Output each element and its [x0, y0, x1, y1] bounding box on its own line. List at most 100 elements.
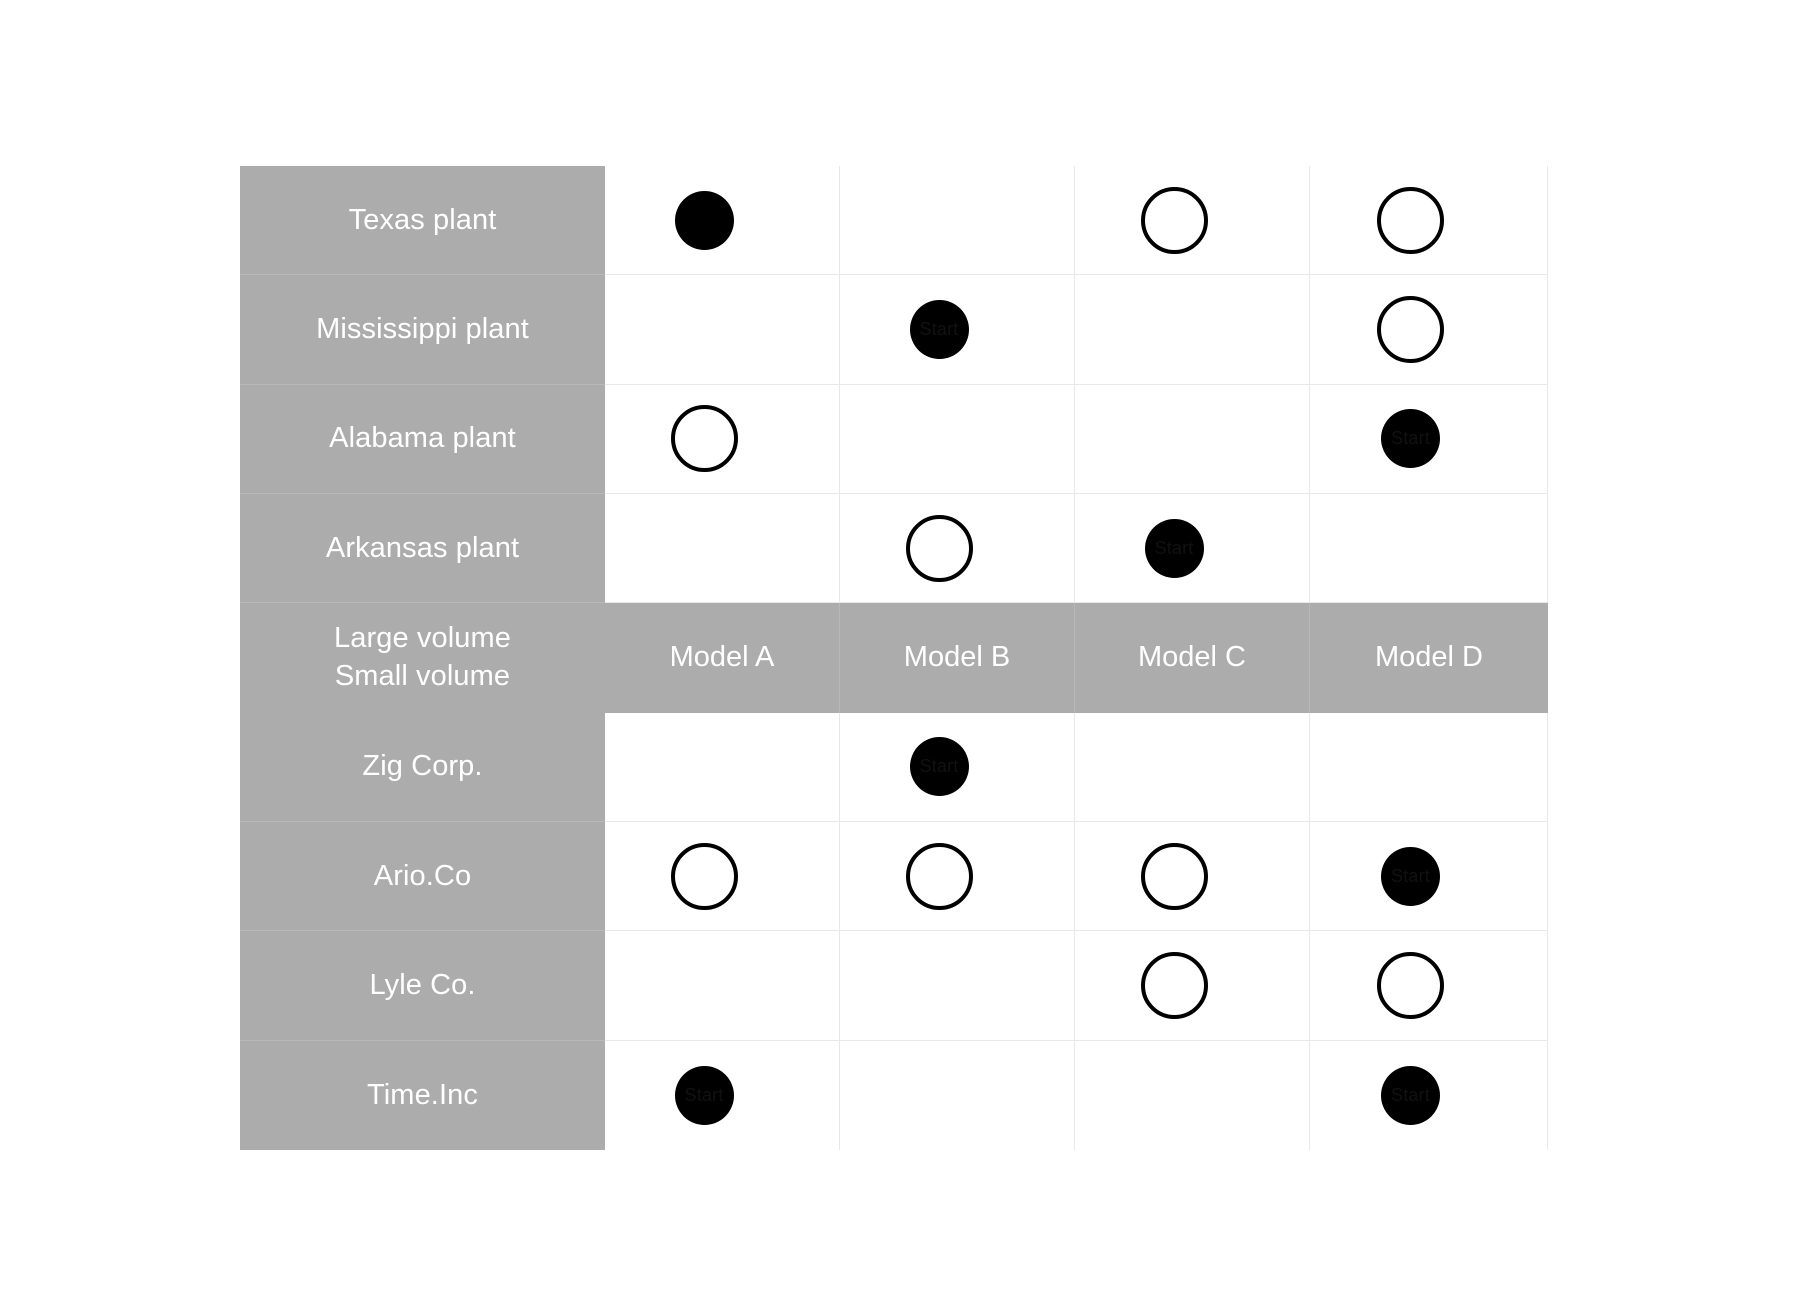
marker-start-label: Start [1390, 865, 1430, 886]
matrix-cell[interactable] [1075, 712, 1310, 822]
matrix-cell[interactable]: Start [1310, 821, 1548, 932]
matrix-cell[interactable] [840, 493, 1075, 604]
matrix-cell[interactable] [1310, 493, 1548, 604]
matrix-cell[interactable] [1075, 1040, 1310, 1150]
filled-circle-icon[interactable]: Start [1381, 409, 1440, 469]
marker-slot [1310, 494, 1547, 602]
filled-circle-icon[interactable]: Start [1381, 846, 1440, 906]
matrix-cell[interactable] [840, 821, 1075, 932]
row-label: Mississippi plant [240, 275, 605, 385]
open-circle-icon[interactable] [1377, 295, 1444, 363]
open-circle-icon[interactable] [1140, 842, 1208, 910]
filled-circle-icon[interactable]: Start [674, 1065, 734, 1125]
marker-slot: Start [1310, 385, 1547, 493]
marker-slot [1075, 713, 1309, 821]
row-label: Texas plant [240, 166, 605, 276]
matrix-cell[interactable] [1310, 275, 1548, 385]
marker-start-label: Start [1390, 1084, 1430, 1105]
filled-circle-icon[interactable] [674, 190, 734, 250]
matrix-cell[interactable] [605, 166, 840, 276]
column-header-model-d[interactable]: Model D [1310, 603, 1548, 713]
open-circle-icon[interactable] [670, 842, 738, 910]
open-circle-icon[interactable] [1140, 951, 1208, 1019]
matrix-cell[interactable] [1310, 712, 1548, 822]
small-volume-label: Small volume [334, 659, 511, 692]
marker-start-label: Start [684, 1084, 724, 1105]
marker-slot [605, 494, 839, 602]
filled-circle-icon[interactable]: Start [909, 299, 969, 359]
matrix-cell[interactable] [605, 712, 840, 822]
marker-slot [1075, 931, 1309, 1039]
matrix-cell[interactable] [840, 931, 1075, 1041]
matrix-cell[interactable] [1075, 384, 1310, 494]
marker-slot [840, 494, 1074, 602]
marker-slot [605, 275, 839, 383]
filled-circle-icon[interactable]: Start [909, 737, 969, 797]
column-header-model-c[interactable]: Model C [1075, 603, 1310, 713]
matrix-cell[interactable]: Start [840, 275, 1075, 385]
row-label: Ario.Co [240, 821, 605, 932]
marker-slot [840, 931, 1074, 1039]
marker-slot [840, 1041, 1074, 1150]
marker-start-label: Start [1154, 537, 1194, 558]
large-volume-label: Large volume [334, 622, 511, 655]
matrix-cell[interactable] [1075, 821, 1310, 932]
marker-slot [840, 166, 1074, 274]
open-circle-icon[interactable] [1377, 186, 1444, 254]
marker-slot [1310, 166, 1547, 274]
open-circle-icon[interactable] [670, 405, 738, 473]
matrix-cell[interactable] [1075, 275, 1310, 385]
marker-slot [840, 385, 1074, 493]
marker-slot: Start [1310, 822, 1547, 930]
filled-circle-icon[interactable]: Start [1381, 1065, 1440, 1125]
matrix-cell[interactable] [605, 275, 840, 385]
open-circle-icon[interactable] [1377, 951, 1444, 1019]
marker-slot [1310, 931, 1547, 1039]
page-root: Texas plant Mississippi plant Start Alabama… [0, 0, 1802, 1305]
marker-slot: Start [1075, 494, 1309, 602]
matrix-cell[interactable] [840, 1040, 1075, 1150]
matrix-cell[interactable]: Start [1310, 384, 1548, 494]
matrix-cell[interactable] [1310, 931, 1548, 1041]
marker-slot [1075, 275, 1309, 383]
marker-start-label: Start [1390, 428, 1430, 449]
matrix-grid: Texas plant Mississippi plant Start Alabama… [240, 166, 1548, 1150]
matrix-cell[interactable] [605, 821, 840, 932]
column-header-model-b[interactable]: Model B [840, 603, 1075, 713]
marker-slot [605, 822, 839, 930]
open-circle-icon[interactable] [1140, 186, 1208, 254]
marker-start-label: Start [919, 318, 959, 339]
matrix-cell[interactable] [1075, 166, 1310, 276]
matrix-cell[interactable] [840, 384, 1075, 494]
matrix-cell[interactable]: Start [1075, 493, 1310, 604]
matrix-cell[interactable] [605, 384, 840, 494]
matrix-cell[interactable] [1310, 166, 1548, 276]
marker-slot [1075, 822, 1309, 930]
marker-start-label: Start [919, 756, 959, 777]
filled-circle-icon[interactable]: Start [1144, 518, 1204, 578]
matrix-cell[interactable] [605, 931, 840, 1041]
matrix-cell[interactable]: Start [1310, 1040, 1548, 1150]
marker-slot [1075, 166, 1309, 274]
marker-slot [1075, 385, 1309, 493]
marker-slot: Start [1310, 1041, 1547, 1150]
marker-slot: Start [605, 1041, 839, 1150]
matrix-cell[interactable]: Start [840, 712, 1075, 822]
matrix-cell[interactable] [605, 493, 840, 604]
volume-axis-label: Large volume Small volume [240, 603, 605, 713]
matrix-table: Texas plant Mississippi plant Start Alabama… [240, 166, 1548, 1150]
matrix-cell[interactable]: Start [605, 1040, 840, 1150]
row-label: Arkansas plant [240, 493, 605, 604]
column-header-model-a[interactable]: Model A [605, 603, 840, 713]
marker-slot [605, 166, 839, 274]
matrix-cell[interactable] [840, 166, 1075, 276]
row-label: Zig Corp. [240, 712, 605, 822]
open-circle-icon[interactable] [905, 514, 973, 582]
matrix-cell[interactable] [1075, 931, 1310, 1041]
marker-slot: Start [840, 713, 1074, 821]
open-circle-icon[interactable] [905, 842, 973, 910]
row-label: Lyle Co. [240, 931, 605, 1041]
marker-slot [1310, 713, 1547, 821]
row-label: Time.Inc [240, 1040, 605, 1150]
marker-slot: Start [840, 275, 1074, 383]
